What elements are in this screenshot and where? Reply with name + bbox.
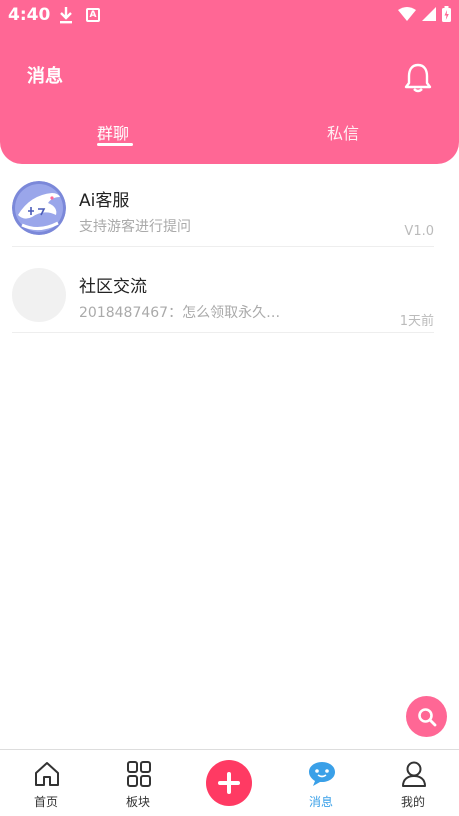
nav-profile[interactable]: 我的 [373, 750, 453, 816]
wifi-icon [398, 7, 416, 21]
battery-icon [442, 6, 451, 22]
download-icon [58, 6, 74, 28]
chat-face-icon [309, 762, 335, 786]
chat-preview: 2018487467：怎么领取永久… [79, 305, 281, 321]
nav-label: 首页 [33, 795, 58, 809]
avatar [12, 268, 66, 322]
dolphin-logo-icon [12, 181, 66, 235]
bell-icon[interactable] [403, 62, 433, 98]
nav-label: 消息 [308, 795, 333, 809]
chat-name: Ai客服 [79, 191, 130, 211]
nav-home[interactable]: 首页 [6, 750, 86, 816]
tab-group-chat[interactable]: 群聊 [97, 120, 129, 144]
chat-meta: 1天前 [399, 314, 434, 329]
add-post-button[interactable] [206, 760, 252, 806]
chat-item-ai-service[interactable]: Ai客服 支持游客进行提问 V1.0 [0, 166, 459, 250]
divider [12, 246, 434, 247]
tab-private-message[interactable]: 私信 [327, 120, 359, 144]
search-button[interactable] [406, 696, 447, 737]
grid-icon [127, 761, 151, 787]
user-icon [402, 761, 426, 787]
plus-icon [218, 772, 240, 794]
tab-active-indicator [97, 143, 133, 146]
bottom-nav: 首页 板块 消息 我的 [0, 749, 459, 816]
chat-item-community[interactable]: 社区交流 2018487467：怎么领取永久… 1天前 [0, 253, 459, 337]
a-box-icon: A [86, 8, 100, 22]
nav-label: 我的 [400, 795, 425, 809]
search-icon [417, 707, 436, 726]
home-icon [35, 762, 59, 786]
status-time: 4:40 [8, 5, 51, 25]
nav-messages[interactable]: 消息 [281, 750, 361, 816]
divider [12, 332, 434, 333]
chat-name: 社区交流 [79, 277, 147, 297]
chat-meta: V1.0 [404, 224, 434, 239]
nav-boards[interactable]: 板块 [98, 750, 178, 816]
nav-label: 板块 [125, 795, 150, 809]
status-right [398, 6, 451, 22]
chat-preview: 支持游客进行提问 [79, 219, 191, 235]
header: 4:40 A 消息 群聊 私信 [0, 0, 459, 164]
status-bar: 4:40 A [0, 0, 459, 32]
page-title: 消息 [27, 66, 63, 87]
signal-icon [422, 7, 436, 21]
